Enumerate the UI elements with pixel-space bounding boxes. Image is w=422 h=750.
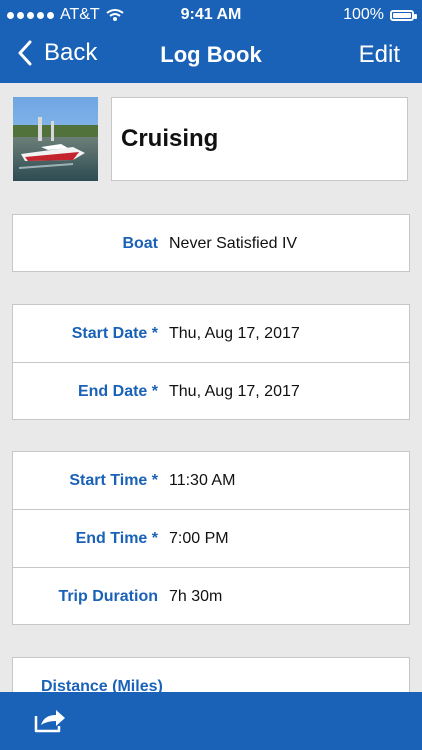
boat-label: Boat bbox=[122, 234, 158, 252]
status-bar: AT&T 9:41 AM 100% bbox=[0, 0, 422, 30]
trip-duration-label: Trip Duration bbox=[58, 587, 158, 605]
entry-header: Cruising bbox=[13, 97, 408, 181]
distance-group[interactable]: Distance (Miles) bbox=[12, 657, 410, 692]
date-group: Start Date * Thu, Aug 17, 2017 End Date … bbox=[12, 304, 410, 420]
start-time-value: 11:30 AM bbox=[169, 471, 236, 489]
edit-button[interactable]: Edit bbox=[359, 41, 400, 69]
battery-group: 100% bbox=[343, 6, 417, 24]
start-date-value: Thu, Aug 17, 2017 bbox=[169, 324, 300, 342]
trip-duration-row: Trip Duration 7h 30m bbox=[13, 568, 409, 625]
start-time-row[interactable]: Start Time * 11:30 AM bbox=[13, 452, 409, 510]
boat-row[interactable]: Boat Never Satisfied IV bbox=[13, 215, 409, 272]
share-icon[interactable] bbox=[32, 707, 68, 735]
battery-percent: 100% bbox=[343, 6, 384, 23]
end-date-value: Thu, Aug 17, 2017 bbox=[169, 382, 300, 400]
navigation-bar: Back Log Book Edit bbox=[0, 30, 422, 83]
time-group: Start Time * 11:30 AM End Time * 7:00 PM… bbox=[12, 451, 410, 625]
end-time-label: End Time * bbox=[75, 529, 158, 547]
start-date-row[interactable]: Start Date * Thu, Aug 17, 2017 bbox=[13, 305, 409, 363]
boat-photo[interactable] bbox=[13, 97, 98, 181]
log-entry-content: Cruising Boat Never Satisfied IV Start D… bbox=[0, 83, 422, 692]
start-time-label: Start Time * bbox=[69, 471, 158, 489]
end-date-row[interactable]: End Date * Thu, Aug 17, 2017 bbox=[13, 363, 409, 420]
boat-group: Boat Never Satisfied IV bbox=[12, 214, 410, 272]
end-time-row[interactable]: End Time * 7:00 PM bbox=[13, 510, 409, 568]
start-date-label: Start Date * bbox=[71, 324, 158, 342]
bottom-toolbar bbox=[0, 692, 422, 750]
end-time-value: 7:00 PM bbox=[169, 529, 229, 547]
battery-icon bbox=[390, 9, 417, 21]
boat-value: Never Satisfied IV bbox=[169, 234, 298, 252]
entry-title-card: Cruising bbox=[111, 97, 408, 181]
entry-title: Cruising bbox=[121, 125, 219, 152]
distance-label: Distance (Miles) bbox=[41, 678, 163, 692]
end-date-label: End Date * bbox=[77, 382, 158, 400]
trip-duration-value: 7h 30m bbox=[169, 587, 223, 605]
